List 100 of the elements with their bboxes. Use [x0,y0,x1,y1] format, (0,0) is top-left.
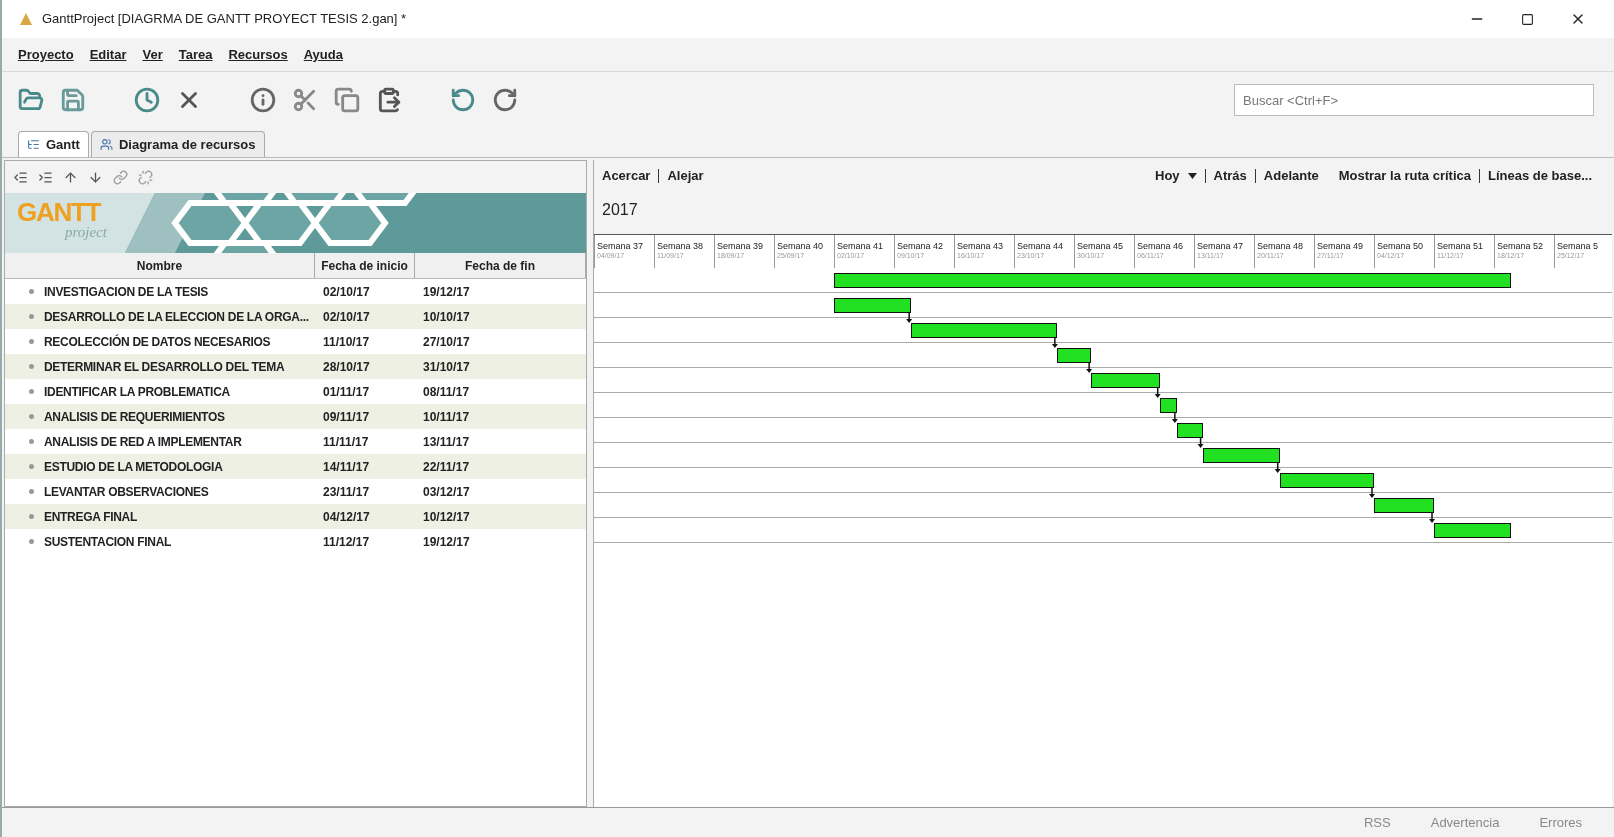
task-name[interactable]: ANALISIS DE REQUERIMIENTOS [44,407,225,426]
zoom-link[interactable]: Alejar [667,166,704,186]
task-name[interactable]: INVESTIGACION DE LA TESIS [44,282,209,301]
start-date: 11/11/17 [322,433,370,451]
column-header[interactable]: Nombre [5,253,315,278]
week-label: Semana 40 [777,241,825,253]
week-label: Semana 46 [1137,241,1185,253]
scissors-icon[interactable] [292,87,318,113]
window-title: GanttProject [DIAGRMA DE GANTT PROYECT TESIS 2.gan] * [42,10,407,29]
copy-icon[interactable] [334,87,360,113]
week-label: Semana 43 [957,241,1005,253]
end-date: 19/12/17 [422,533,470,551]
week-label: Semana 48 [1257,241,1305,253]
nav-link[interactable]: Adelante [1263,166,1319,186]
task-bar[interactable] [1434,523,1512,538]
menu-item[interactable]: Editar [89,44,127,65]
task-bar[interactable] [1091,373,1160,388]
arrow-down-icon[interactable] [88,169,103,185]
task-name[interactable]: SUSTENTACION FINAL [44,532,172,551]
start-date: 09/11/17 [322,408,371,426]
bullet-icon [29,414,34,419]
bullet-icon [29,489,34,494]
tab[interactable]: Diagrama de recursos [90,131,265,157]
redo-icon[interactable] [492,87,518,113]
task-bar[interactable] [1374,498,1434,513]
week-label: Semana 44 [1017,241,1065,253]
end-date: 13/11/17 [422,433,470,451]
menu-item[interactable]: Ver [142,44,163,65]
tab[interactable]: Gantt [18,131,89,157]
week-label: Semana 47 [1197,241,1245,253]
clock-icon[interactable] [134,87,160,113]
start-date: 11/12/17 [322,533,371,551]
today-dropdown[interactable]: Hoy [1155,166,1197,186]
end-date: 10/11/17 [422,408,470,426]
folder-open-icon[interactable] [18,87,44,113]
task-name[interactable]: ESTUDIO DE LA METODOLOGIA [44,457,223,476]
maximize-icon[interactable] [1521,12,1534,26]
task-name[interactable]: RECOLECCIÓN DE DATOS NECESARIOS [44,332,271,351]
logo-subtitle: project [65,225,107,240]
week-label: Semana 39 [717,241,765,253]
undo-icon[interactable] [450,87,476,113]
task-bar[interactable] [834,298,912,313]
toolbar-link[interactable]: Mostrar la ruta crítica [1338,166,1471,186]
bullet-icon [29,389,34,394]
task-bar[interactable] [1279,473,1374,488]
bullet-icon [29,314,34,319]
bullet-icon [29,539,34,544]
toolbar-link[interactable]: Líneas de base... [1487,166,1592,186]
start-date: 11/10/17 [322,333,371,351]
end-date: 03/12/17 [422,483,470,501]
bullet-icon [29,339,34,344]
indent-icon[interactable] [38,169,53,185]
nav-link[interactable]: Atrás [1213,166,1247,186]
task-bar[interactable] [1056,348,1092,363]
start-date: 02/10/17 [322,283,371,301]
bullet-icon [29,289,34,294]
task-bar[interactable] [834,273,1512,288]
start-date: 23/11/17 [322,483,371,501]
save-icon[interactable] [60,87,86,113]
end-date: 08/11/17 [422,383,470,401]
info-icon[interactable] [250,87,276,113]
week-label: Semana 42 [897,241,945,253]
week-label: Semana 51 [1437,241,1485,253]
task-name[interactable]: LEVANTAR OBSERVACIONES [44,482,209,501]
task-name[interactable]: ANALISIS DE RED A IMPLEMENTAR [44,432,242,451]
search-field[interactable]: Buscar <Ctrl+F> [1234,84,1594,116]
week-label: Semana 50 [1377,241,1425,253]
end-date: 19/12/17 [422,283,470,301]
week-label: Semana 5 [1557,241,1600,253]
year-label: 2017 [602,200,638,220]
start-date: 04/12/17 [322,508,371,526]
task-bar[interactable] [1176,423,1203,438]
bullet-icon [29,464,34,469]
column-header[interactable]: Fecha de fin [415,253,586,278]
outdent-icon[interactable] [13,169,28,185]
bullet-icon [29,514,34,519]
end-date: 10/10/17 [422,308,470,326]
bullet-icon [29,364,34,369]
menu-item[interactable]: Tarea [178,44,213,65]
week-label: Semana 38 [657,241,705,253]
paste-icon[interactable] [376,87,402,113]
resources-icon [99,138,113,151]
menu-item[interactable]: Ayuda [303,44,343,65]
task-bar[interactable] [1159,398,1177,413]
start-date: 28/10/17 [322,358,371,376]
logo-title: GANTT [17,199,102,225]
task-bar[interactable] [1202,448,1280,463]
column-header[interactable]: Fecha de inicio [315,253,415,278]
menu-item[interactable]: Recursos [228,44,288,65]
task-name[interactable]: DETERMINAR EL DESARROLLO DEL TEMA [44,357,285,376]
week-label: Semana 37 [597,241,645,253]
start-date: 02/10/17 [322,308,371,326]
task-name[interactable]: DESARROLLO DE LA ELECCION DE LA ORGA... [44,307,309,326]
end-date: 27/10/17 [422,333,470,351]
zoom-link[interactable]: Acercar [602,166,651,186]
task-bar[interactable] [911,323,1057,338]
menu-item[interactable]: Proyecto [18,44,74,65]
bullet-icon [29,439,34,444]
task-name[interactable]: IDENTIFICAR LA PROBLEMATICA [44,382,230,401]
task-name[interactable]: ENTREGA FINAL [44,507,137,526]
